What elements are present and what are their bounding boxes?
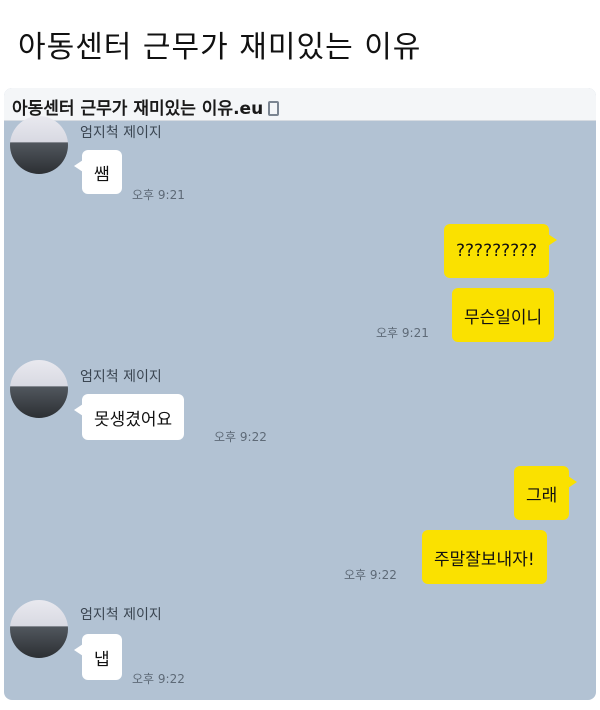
message-bubble-incoming[interactable]: 냅 <box>74 634 122 680</box>
sender-name: 엄지척 제이지 <box>80 607 162 623</box>
chat-header: 아동센터 근무가 재미있는 이유.eu <box>4 88 596 121</box>
message-time: 오후 9:22 <box>344 568 397 582</box>
message-bubble-incoming[interactable]: 쌤 <box>74 150 122 194</box>
chat-header-title: 아동센터 근무가 재미있는 이유.eu <box>12 94 280 119</box>
message-text: 쌤 <box>94 164 110 185</box>
chat-header-title-text: 아동센터 근무가 재미있는 이유.eu <box>12 99 264 119</box>
message-bubble-outgoing[interactable]: ????????? <box>444 224 558 278</box>
message-text: 냅 <box>94 649 110 670</box>
message-time: 오후 9:22 <box>214 430 267 444</box>
avatar[interactable] <box>10 600 68 658</box>
avatar[interactable] <box>10 360 68 418</box>
message-text: 무슨일이니 <box>464 307 543 328</box>
message-bubble-outgoing[interactable]: 주말잘보내자! <box>422 530 547 584</box>
message-text: 못생겼어요 <box>94 409 173 430</box>
message-time: 오후 9:21 <box>376 326 429 340</box>
message-time: 오후 9:21 <box>132 188 185 202</box>
message-text: 주말잘보내자! <box>434 549 535 570</box>
post-title: 아동센터 근무가 재미있는 이유 <box>18 30 422 65</box>
message-bubble-incoming[interactable]: 못생겼어요 <box>73 394 185 440</box>
message-bubble-outgoing[interactable]: 그래 <box>514 466 578 520</box>
sender-name: 엄지척 제이지 <box>80 125 162 141</box>
message-bubble-outgoing[interactable]: 무슨일이니 <box>452 288 555 342</box>
avatar[interactable] <box>10 116 68 174</box>
sender-name: 엄지척 제이지 <box>80 369 162 385</box>
chat-screenshot: 아동센터 근무가 재미있는 이유.eu 엄지척 제이지 쌤 오후 9:21 ??… <box>4 88 596 700</box>
message-text: ????????? <box>456 241 538 261</box>
phone-icon <box>268 101 280 116</box>
message-time: 오후 9:22 <box>132 672 185 686</box>
message-text: 그래 <box>526 485 558 506</box>
